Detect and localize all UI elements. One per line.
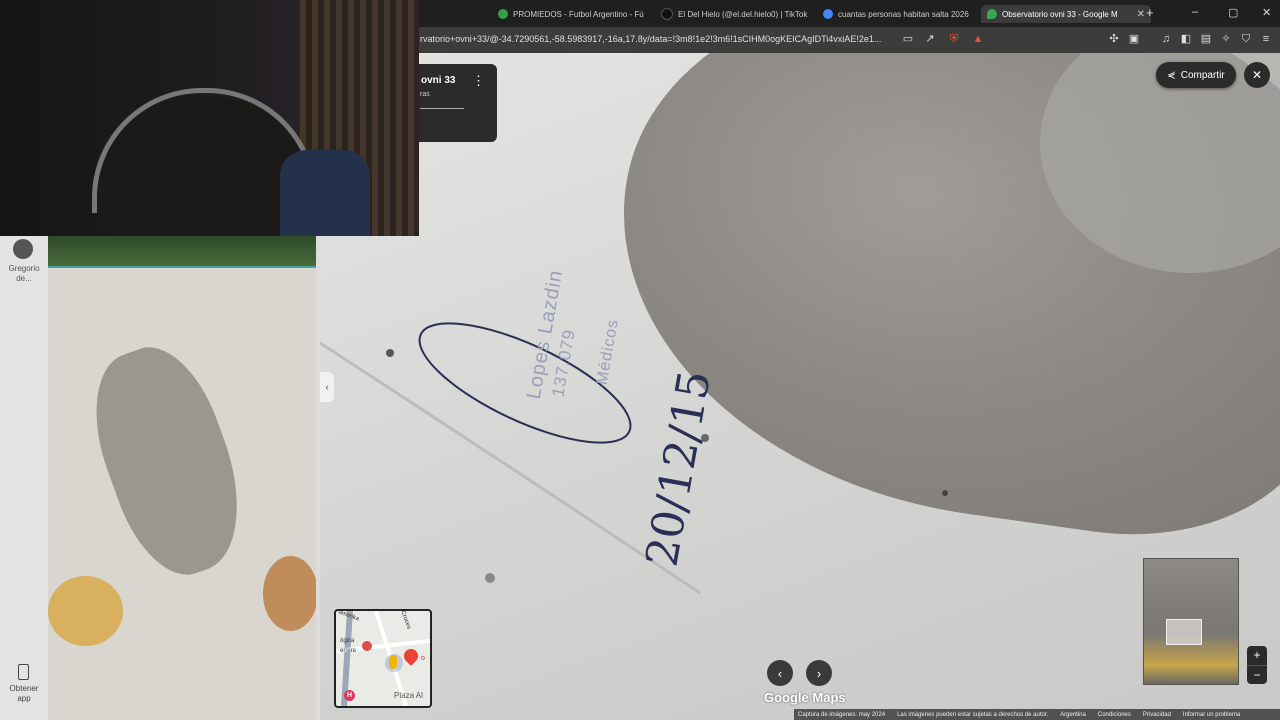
promiedos-icon [498, 9, 508, 19]
minimap-label: errere [340, 648, 357, 654]
minimize-button[interactable]: – [1192, 6, 1198, 18]
vpn-icon[interactable]: ⛉ [1240, 33, 1252, 45]
tiktok-icon [661, 8, 673, 20]
tab-title: cuantas personas habitan salta 2026 [838, 9, 969, 19]
card-divider [420, 108, 464, 109]
footer-bar: Captura de imágenes: may 2024 Las imágen… [794, 709, 1280, 720]
window-close-button[interactable]: ✕ [1262, 6, 1271, 19]
country-link[interactable]: Argentina [1060, 712, 1086, 718]
minimap[interactable]: amerika ógica errere Cruces Plaza Al o H [334, 609, 432, 708]
share-page-icon[interactable]: ↗ [924, 33, 936, 45]
previous-photo-button[interactable]: ‹ [767, 660, 793, 686]
shirt [280, 150, 370, 236]
speck [386, 349, 394, 357]
minimap-label: o [421, 655, 425, 662]
poi-icon [362, 641, 372, 651]
grass-strip [48, 236, 316, 268]
left-sidebar: Gregorio de... Obtener app [0, 236, 48, 720]
install-app-icon[interactable]: ▭ [902, 33, 914, 45]
more-options-icon[interactable]: ⋮ [472, 73, 485, 89]
copyright-note: Las imágenes pueden estar sujetas a dere… [897, 711, 1049, 718]
tab-title: PROMIEDOS - Futbol Argentino - Fú [513, 9, 644, 19]
screenshot-icon[interactable]: ▣ [1128, 33, 1140, 45]
privacy-link[interactable]: Privacidad [1143, 712, 1171, 718]
restore-button[interactable]: ▢ [1228, 6, 1238, 19]
photo-thumbnail[interactable] [1143, 558, 1239, 685]
tab-title: Observatorio ovni 33 - Google M [1002, 9, 1118, 19]
contributor-avatar[interactable] [13, 239, 33, 259]
speck [942, 490, 948, 496]
brave-shield-icon[interactable]: ⛨ [948, 33, 960, 45]
phone-icon[interactable] [18, 664, 29, 680]
capture-date: Captura de imágenes: may 2024 [798, 711, 886, 718]
report-problem-link[interactable]: Informar un problema [1183, 712, 1240, 718]
tab-promiedos[interactable]: PROMIEDOS - Futbol Argentino - Fú [492, 5, 658, 23]
minimap-label: Plaza Al [394, 691, 423, 700]
get-app-label[interactable]: Obtener app [2, 684, 46, 704]
webcam-overlay [0, 0, 419, 236]
tab-google-maps[interactable]: Observatorio ovni 33 - Google M ✕ [981, 5, 1151, 23]
leo-ai-icon[interactable]: ✧ [1220, 33, 1232, 45]
rewards-icon[interactable]: ▲ [972, 33, 984, 45]
gallery-photo[interactable] [48, 236, 316, 720]
sidebar-icon[interactable]: ◧ [1180, 33, 1192, 45]
thumbnail-viewport [1166, 619, 1202, 645]
zoom-control: + − [1247, 646, 1267, 684]
tab-tiktok[interactable]: El Del Hielo (@el.del.hielo0) | TikTok [655, 5, 823, 23]
hospital-icon: H [344, 690, 355, 701]
place-title: ovni 33 [421, 75, 456, 86]
terms-link[interactable]: Condiciones [1098, 712, 1131, 718]
tab-google-search[interactable]: cuantas personas habitan salta 2026 [817, 5, 985, 23]
yellow-object [48, 576, 123, 646]
zoom-in-button[interactable]: + [1247, 646, 1267, 665]
collapse-panel-button[interactable]: ‹ [320, 372, 334, 402]
clay-figure [72, 332, 264, 590]
pegman-icon [389, 655, 397, 669]
next-photo-button[interactable]: › [806, 660, 832, 686]
maps-pin-icon [987, 9, 997, 19]
extensions-icon[interactable]: ✣ [1108, 33, 1120, 45]
place-card[interactable]: ovni 33 ras ⋮ [408, 64, 497, 142]
street-view-panorama[interactable]: Lopes Lazdin 137.079 Médicos 20/12/15 [320, 53, 1280, 720]
contributor-name[interactable]: Gregorio de... [4, 264, 44, 284]
speck [485, 573, 495, 583]
close-street-view-button[interactable]: ✕ [1244, 62, 1270, 88]
menu-icon[interactable]: ≡ [1260, 33, 1272, 45]
tab-close-icon[interactable]: ✕ [1137, 9, 1145, 20]
media-icon[interactable]: ♫ [1160, 33, 1172, 45]
new-tab-button[interactable]: + [1146, 5, 1154, 20]
google-icon [823, 9, 833, 19]
address-bar[interactable]: rvatorio+ovni+33/@-34.7290561,-58.598391… [420, 34, 890, 44]
google-maps-logo: Google Maps [764, 690, 846, 705]
tab-title: El Del Hielo (@el.del.hielo0) | TikTok [678, 9, 808, 19]
minimap-label: ógica [340, 638, 355, 644]
wallet-icon[interactable]: ▤ [1200, 33, 1212, 45]
zoom-out-button[interactable]: − [1247, 665, 1267, 685]
orange-object [263, 556, 316, 631]
share-button[interactable]: ⋞ Compartir [1156, 62, 1236, 88]
share-label: Compartir [1180, 69, 1225, 81]
surface-marks [320, 322, 948, 595]
share-icon: ⋞ [1167, 69, 1176, 81]
place-subtitle: ras [420, 91, 430, 98]
